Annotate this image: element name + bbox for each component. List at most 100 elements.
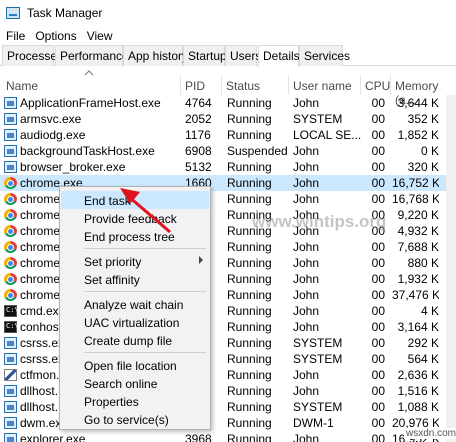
cmd-icon (4, 305, 19, 317)
column-header-memory[interactable]: Memory (a... (391, 75, 446, 107)
process-name: explorer.exe (20, 432, 86, 442)
app-window-icon (4, 161, 17, 173)
context-menu-item-label: Analyze wait chain (84, 298, 184, 312)
process-memory: 9,220 K (397, 208, 439, 222)
menu-separator (84, 291, 206, 292)
tab-startup[interactable]: Startup (183, 45, 227, 66)
context-menu-item-label: Create dump file (84, 334, 173, 348)
context-menu-item-set-affinity[interactable]: Set affinity (61, 270, 209, 288)
process-cpu: 00 (371, 320, 385, 334)
process-status: Running (227, 176, 272, 190)
process-status: Running (227, 128, 272, 142)
tab-app-history[interactable]: App history (123, 45, 188, 66)
context-menu-item-uac-virtualization[interactable]: UAC virtualization (61, 313, 209, 331)
app-window-icon (4, 113, 17, 125)
process-user: SYSTEM (293, 336, 343, 350)
process-memory: 4,932 K (397, 224, 439, 238)
task-manager-icon (6, 7, 20, 19)
process-status: Running (227, 432, 272, 442)
process-user: John (293, 192, 320, 206)
app-window-icon (4, 129, 17, 141)
process-user: John (293, 272, 320, 286)
process-status: Running (227, 272, 272, 286)
process-cpu: 00 (371, 384, 385, 398)
process-memory: 4 K (420, 304, 439, 318)
chrome-icon (4, 225, 17, 237)
process-status: Running (227, 368, 272, 382)
process-cpu: 00 (371, 240, 385, 254)
process-cpu: 00 (371, 96, 385, 110)
app-window-icon (4, 97, 17, 109)
process-status: Running (227, 192, 272, 206)
menu-file[interactable]: File (6, 29, 25, 43)
table-row[interactable]: ApplicationFrameHost.exe 4764 Running John 0… (0, 95, 456, 111)
app-window-icon (4, 401, 17, 413)
table-row[interactable]: browser_broker.exe 5132 Running John 00 320 K (0, 159, 456, 175)
context-menu-item-analyze-wait-chain[interactable]: Analyze wait chain (61, 295, 209, 313)
chrome-icon (4, 241, 17, 253)
menu-options[interactable]: Options (35, 29, 76, 43)
process-status: Running (227, 304, 272, 318)
process-user: John (293, 384, 320, 398)
process-user: SYSTEM (293, 112, 343, 126)
context-menu-item-properties[interactable]: Properties (61, 392, 209, 410)
process-memory: 0 K (420, 144, 439, 158)
tab-services[interactable]: Services (299, 45, 350, 66)
vertical-scrollbar[interactable] (446, 95, 456, 442)
context-menu-item-label: Set affinity (84, 273, 140, 287)
context-menu-item-label: Go to service(s) (84, 413, 169, 427)
column-header-pid[interactable]: PID (181, 75, 222, 95)
menu-separator (84, 248, 206, 249)
tab-performance[interactable]: Performance (55, 45, 129, 66)
context-menu-item-set-priority[interactable]: Set priority (61, 252, 209, 270)
tab-details[interactable]: Details (258, 45, 300, 67)
column-header-user[interactable]: User name (289, 75, 361, 95)
process-name: backgroundTaskHost.exe (20, 144, 155, 158)
tab-users[interactable]: Users (225, 45, 261, 66)
app-window-icon (4, 337, 17, 349)
process-memory: 1,852 K (397, 128, 439, 142)
app-window-icon (4, 385, 17, 397)
process-cpu: 00 (371, 160, 385, 174)
context-menu-item-create-dump-file[interactable]: Create dump file (61, 331, 209, 349)
process-user: John (293, 144, 320, 158)
process-status: Running (227, 320, 272, 334)
process-cpu: 00 (371, 144, 385, 158)
process-user: John (293, 160, 320, 174)
process-status: Running (227, 400, 272, 414)
table-row[interactable]: backgroundTaskHost.exe 6908 Suspended John 0… (0, 143, 456, 159)
table-row[interactable]: explorer.exe3968RunningJohn0016,952 K (0, 431, 456, 442)
process-status: Running (227, 416, 272, 430)
process-user: John (293, 256, 320, 270)
process-memory: 352 K (407, 112, 439, 126)
process-user: John (293, 96, 320, 110)
context-menu-item-open-file-location[interactable]: Open file location (61, 356, 209, 374)
process-status: Running (227, 336, 272, 350)
menu-view[interactable]: View (87, 29, 113, 43)
process-memory: 16,768 K (392, 192, 439, 206)
context-menu-item-search-online[interactable]: Search online (61, 374, 209, 392)
process-memory: 3,644 K (397, 96, 439, 110)
column-header-name[interactable]: Name (2, 75, 181, 95)
chrome-icon (4, 193, 17, 205)
process-cpu: 00 (371, 112, 385, 126)
window-title: Task Manager (27, 6, 103, 20)
table-row[interactable]: armsvc.exe 2052 Running SYSTEM 00 352 K (0, 111, 456, 127)
column-header-cpu[interactable]: CPU (361, 75, 391, 95)
process-name: armsvc.exe (20, 112, 82, 126)
menu-bar: File Options View (0, 26, 456, 46)
column-header-status[interactable]: Status (222, 75, 289, 95)
process-status: Running (227, 384, 272, 398)
context-menu-item-go-to-service-s[interactable]: Go to service(s) (61, 410, 209, 428)
tab-processes[interactable]: Processes (2, 45, 63, 66)
table-row[interactable]: audiodg.exe 1176 Running LOCAL SE... 00 1,852… (0, 127, 456, 143)
process-pid: 5132 (185, 160, 212, 174)
context-menu-item-label: Set priority (84, 255, 142, 269)
footer-watermark: wsxdn.com (404, 428, 456, 439)
process-cpu: 00 (371, 304, 385, 318)
process-status: Running (227, 240, 272, 254)
process-pid: 6908 (185, 144, 212, 158)
process-name: ApplicationFrameHost.exe (20, 96, 161, 110)
red-pointer-arrow (120, 188, 171, 234)
process-status: Running (227, 352, 272, 366)
